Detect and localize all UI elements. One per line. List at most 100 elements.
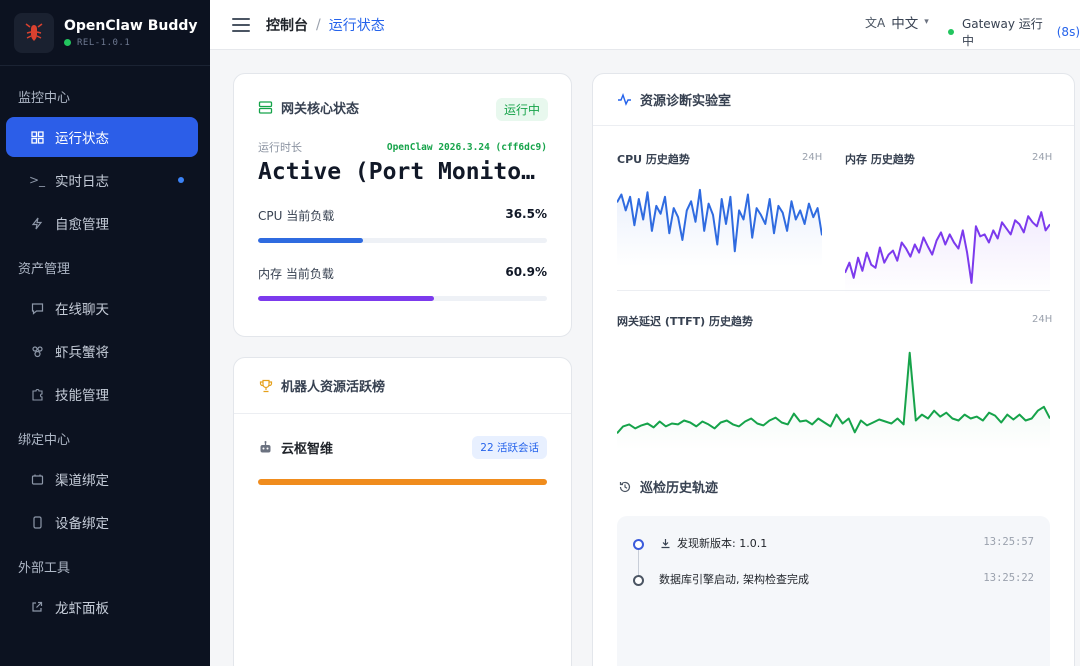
cpu-chart-label: CPU 历史趋势 — [617, 153, 690, 166]
app-title: OpenClaw Buddy — [64, 17, 198, 34]
cpu-history-chart — [617, 188, 822, 267]
memory-history-chart — [845, 211, 1050, 295]
sidebar-item-channel[interactable]: 渠道绑定 — [6, 459, 198, 499]
sidebar-item-device[interactable]: 设备绑定 — [6, 502, 198, 542]
status-dot — [64, 39, 71, 46]
bot-activity-bar — [258, 479, 547, 485]
sidebar-item-label: 自愈管理 — [55, 217, 109, 233]
bot-name: 云枢智维 — [281, 442, 334, 457]
ranking-card-title: 机器人资源活跃榜 — [281, 380, 386, 395]
app-version: REL-1.0.1 — [77, 37, 131, 48]
download-icon — [659, 537, 671, 549]
lobster-logo-icon — [14, 12, 54, 53]
sidebar-item-status[interactable]: 运行状态 — [6, 117, 198, 157]
breadcrumb-separator: / — [316, 16, 321, 33]
timeline-item-label: 发现新版本: 1.0.1 — [677, 537, 768, 550]
gateway-core-card: 网关核心状态 运行中 运行时长 OpenClaw 2026.3.24 (cff6… — [233, 73, 572, 337]
bot-ranking-card: 机器人资源活跃榜 云枢智维 22 活跃会话 — [233, 357, 572, 666]
sidebar-item-skills[interactable]: 技能管理 — [6, 374, 198, 414]
robot-icon — [258, 440, 273, 455]
sidebar-item-logs[interactable]: >_ 实时日志 — [6, 160, 198, 200]
latency-history-chart — [617, 351, 1050, 450]
sidebar-item-bots[interactable]: 虾兵蟹将 — [6, 331, 198, 371]
language-label: 中文 — [891, 16, 919, 32]
ranking-row[interactable]: 云枢智维 22 活跃会话 — [234, 414, 571, 459]
section-divider — [617, 290, 1050, 291]
external-link-icon — [30, 600, 44, 614]
sidebar-item-label: 实时日志 — [55, 174, 109, 190]
cpu-load-bar — [258, 238, 547, 243]
breadcrumb-root[interactable]: 控制台 — [266, 15, 308, 35]
version-text: OpenClaw 2026.3.24 (cff6dc9) — [386, 141, 547, 153]
sidebar-item-selfheal[interactable]: 自愈管理 — [6, 203, 198, 243]
chart-area-fill — [617, 352, 1050, 450]
grid-icon — [30, 130, 44, 144]
latency-chart-range: 24H — [1032, 314, 1053, 325]
sidebar-item-label: 渠道绑定 — [55, 473, 109, 489]
bot-icon — [30, 344, 44, 358]
unread-dot — [178, 177, 184, 183]
timeline-item-text: 发现新版本: 1.0.1 — [659, 535, 767, 551]
gateway-status: Gateway 运行中 (8s) — [948, 15, 1080, 49]
puzzle-icon — [30, 387, 44, 401]
sidebar-item-label: 技能管理 — [55, 388, 109, 404]
translate-icon: 文A — [865, 15, 886, 30]
mem-chart-label: 内存 历史趋势 — [845, 153, 915, 166]
status-badge: 运行中 — [495, 98, 548, 121]
sidebar-item-label: 虾兵蟹将 — [55, 345, 109, 361]
timeline-node — [633, 575, 644, 586]
history-icon — [617, 479, 632, 494]
nav-group-assets: 资产管理 — [18, 261, 71, 277]
timeline-item-text: 数据库引擎启动, 架构检查完成 — [659, 571, 809, 587]
pulse-icon — [617, 92, 632, 107]
sidebar-item-label: 龙虾面板 — [55, 601, 109, 617]
big-status-text: Active (Port Monitoring) — [258, 159, 548, 185]
mem-load-bar-fill — [258, 296, 434, 301]
mem-load-value: 60.9% — [505, 265, 547, 279]
cpu-load-bar-fill — [258, 238, 364, 243]
gateway-status-dot — [948, 29, 954, 35]
mem-load-label: 内存 当前负载 — [258, 267, 334, 281]
sidebar-item-label: 在线聊天 — [55, 302, 109, 318]
sidebar-item-chat[interactable]: 在线聊天 — [6, 288, 198, 328]
server-icon — [258, 100, 273, 115]
breadcrumb-current: 运行状态 — [328, 17, 385, 34]
cpu-chart-range: 24H — [802, 152, 823, 163]
lab-card-title: 资源诊断实验室 — [640, 94, 732, 109]
gateway-status-time: (8s) — [1056, 25, 1080, 39]
chat-icon — [30, 301, 44, 315]
sidebar-item-panel[interactable]: 龙虾面板 — [6, 587, 198, 627]
timeline-item-time: 13:25:57 — [983, 536, 1034, 548]
language-selector[interactable]: 文A 中文 ▾ — [865, 12, 929, 33]
brand-area: OpenClaw Buddy REL-1.0.1 — [0, 0, 210, 66]
timeline-node — [633, 539, 644, 550]
cpu-load-label: CPU 当前负载 — [258, 209, 335, 223]
history-timeline: 发现新版本: 1.0.1 13:25:57 数据库引擎启动, 架构检查完成 13… — [617, 516, 1050, 666]
nav-group-monitor: 监控中心 — [18, 90, 71, 106]
top-header: 控制台 / 运行状态 文A 中文 ▾ Gateway 运行中 (8s) — [210, 0, 1080, 50]
phone-icon — [30, 515, 44, 529]
bolt-icon — [30, 216, 44, 230]
nav-group-binding: 绑定中心 — [18, 432, 71, 448]
sidebar: OpenClaw Buddy REL-1.0.1 监控中心 运行状态 >_ 实时… — [0, 0, 210, 666]
diagnostics-lab-card: 资源诊断实验室 CPU 历史趋势 24H 内存 历史趋势 24H 网关延迟 (T… — [592, 73, 1075, 666]
mem-load-bar — [258, 296, 547, 301]
trophy-icon — [258, 378, 273, 393]
menu-toggle-icon[interactable] — [232, 17, 250, 32]
timeline-item-time: 13:25:22 — [983, 572, 1034, 584]
chevron-down-icon: ▾ — [924, 17, 929, 27]
history-title: 巡检历史轨迹 — [640, 481, 719, 496]
breadcrumb: 控制台 / 运行状态 — [266, 15, 385, 35]
latency-chart-label: 网关延迟 (TTFT) 历史趋势 — [617, 315, 753, 328]
session-count-badge: 22 活跃会话 — [472, 436, 547, 459]
mem-chart-range: 24H — [1032, 152, 1053, 163]
gateway-status-text: Gateway 运行中 — [961, 17, 1043, 48]
channel-icon — [30, 472, 44, 486]
terminal-icon: >_ — [28, 173, 46, 187]
sidebar-item-label: 设备绑定 — [55, 516, 109, 532]
sidebar-item-label: 运行状态 — [55, 131, 109, 147]
cpu-load-value: 36.5% — [505, 207, 547, 221]
gateway-card-title: 网关核心状态 — [281, 102, 360, 117]
timeline-item-label: 数据库引擎启动, 架构检查完成 — [659, 573, 809, 586]
uptime-label: 运行时长 — [258, 141, 302, 154]
